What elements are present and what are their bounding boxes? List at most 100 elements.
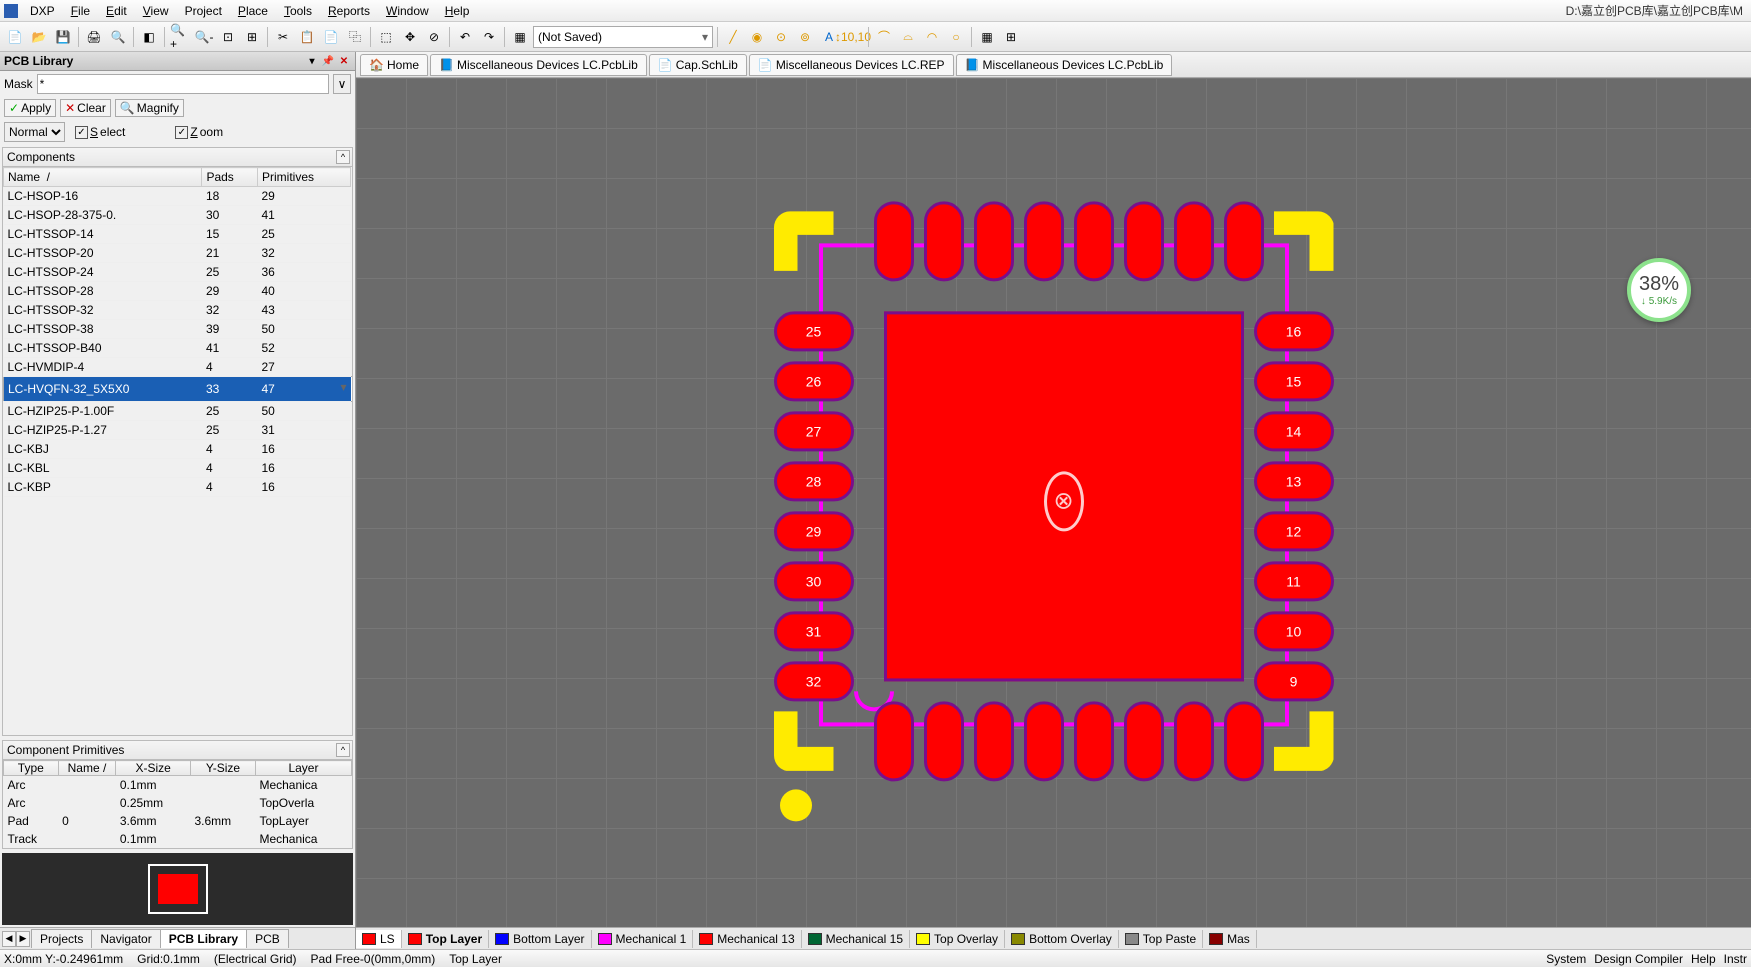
panel-close-icon[interactable]: ✕ [337, 54, 351, 68]
mask-input[interactable] [37, 74, 329, 94]
tab-projects[interactable]: Projects [31, 929, 92, 948]
pad-13[interactable]: 13 [1254, 461, 1334, 501]
pad-top-0[interactable] [874, 201, 914, 281]
move-icon[interactable]: ✥ [399, 26, 421, 48]
col-pads[interactable]: Pads [202, 168, 258, 187]
pad-bottom-0[interactable] [874, 701, 914, 781]
pcol-layer[interactable]: Layer [255, 761, 351, 776]
grid-icon[interactable]: ▦ [509, 26, 531, 48]
pad-top-3[interactable] [1024, 201, 1064, 281]
layer-tab[interactable]: Top Overlay [910, 930, 1005, 948]
via-icon[interactable]: ⊙ [770, 26, 792, 48]
track-icon[interactable]: ╱ [722, 26, 744, 48]
pad-31[interactable]: 31 [774, 611, 854, 651]
circle-icon[interactable]: ○ [945, 26, 967, 48]
pad-bottom-4[interactable] [1074, 701, 1114, 781]
primitive-row[interactable]: Track0.1mmMechanica [4, 830, 352, 848]
pad-15[interactable]: 15 [1254, 361, 1334, 401]
clear-button[interactable]: ✕Clear [60, 99, 111, 117]
component-row[interactable]: LC-HZIP25-P-1.00F2550 [4, 402, 352, 421]
pad-30[interactable]: 30 [774, 561, 854, 601]
duplicate-icon[interactable]: ⿻ [344, 26, 366, 48]
redo-icon[interactable]: ↷ [478, 26, 500, 48]
tab-pcb[interactable]: PCB [246, 929, 289, 948]
doctab-misc2[interactable]: 📘Miscellaneous Devices LC.PcbLib [956, 54, 1173, 76]
pad-bottom-6[interactable] [1174, 701, 1214, 781]
primitive-row[interactable]: Arc0.1mmMechanica [4, 776, 352, 795]
zoomin-icon[interactable]: 🔍+ [169, 26, 191, 48]
pad-28[interactable]: 28 [774, 461, 854, 501]
zoomsel-icon[interactable]: ⊞ [241, 26, 263, 48]
expand-icon[interactable]: ^ [336, 150, 350, 164]
menu-tools[interactable]: Tools [276, 2, 320, 20]
layer-tab[interactable]: Bottom Overlay [1005, 930, 1119, 948]
tab-first-icon[interactable]: ◀ [2, 931, 16, 947]
layer-tab[interactable]: Bottom Layer [489, 930, 591, 948]
pad-9[interactable]: 9 [1254, 661, 1334, 701]
apply-button[interactable]: ✓Apply [4, 99, 56, 117]
status-system[interactable]: System [1546, 952, 1586, 966]
save-icon[interactable]: 💾 [52, 26, 74, 48]
mask-dropdown-icon[interactable]: ∨ [333, 74, 351, 94]
pad-bottom-3[interactable] [1024, 701, 1064, 781]
pad-10[interactable]: 10 [1254, 611, 1334, 651]
menu-edit[interactable]: Edit [98, 2, 135, 20]
pad-32[interactable]: 32 [774, 661, 854, 701]
dim-icon[interactable]: ↕10,10 [842, 26, 864, 48]
status-instr[interactable]: Instr [1724, 952, 1747, 966]
col-name[interactable]: Name / [4, 168, 202, 187]
zoom-checkbox[interactable]: ✓Zoom [175, 125, 223, 139]
component-row[interactable]: LC-HTSSOP-282940 [4, 282, 352, 301]
panel-pin-icon[interactable]: 📌 [321, 54, 335, 68]
pad-bottom-5[interactable] [1124, 701, 1164, 781]
pcol-name[interactable]: Name / [58, 761, 116, 776]
select-icon[interactable]: ⬚ [375, 26, 397, 48]
pad-top-7[interactable] [1224, 201, 1264, 281]
arc3-icon[interactable]: ◠ [921, 26, 943, 48]
mode-select[interactable]: Normal [4, 122, 65, 142]
print-icon[interactable]: 🖨 [83, 26, 105, 48]
pad-top-2[interactable] [974, 201, 1014, 281]
new-icon[interactable]: 📄 [4, 26, 26, 48]
doctab-misc1[interactable]: 📘Miscellaneous Devices LC.PcbLib [430, 54, 647, 76]
pad-12[interactable]: 12 [1254, 511, 1334, 551]
pad-bottom-2[interactable] [974, 701, 1014, 781]
deselect-icon[interactable]: ⊘ [423, 26, 445, 48]
col-prims[interactable]: Primitives [258, 168, 351, 187]
layer-tab[interactable]: LS [356, 930, 402, 948]
pcol-type[interactable]: Type [4, 761, 59, 776]
component-row[interactable]: LC-HZIP25-P-1.272531 [4, 421, 352, 440]
pad-25[interactable]: 25 [774, 311, 854, 351]
arc2-icon[interactable]: ⌓ [897, 26, 919, 48]
pcol-xs[interactable]: X-Size [116, 761, 191, 776]
zoomfit-icon[interactable]: ⊡ [217, 26, 239, 48]
cut-icon[interactable]: ✂ [272, 26, 294, 48]
menu-place[interactable]: Place [230, 2, 276, 20]
component-row[interactable]: LC-KBJ416 [4, 440, 352, 459]
layer-tab[interactable]: Mechanical 15 [802, 930, 910, 948]
layers-icon[interactable]: ◧ [138, 26, 160, 48]
primitive-row[interactable]: Pad03.6mm3.6mmTopLayer [4, 812, 352, 830]
pcb-canvas[interactable]: ⊗ 2526272829303132161514131211109 38% ↓ … [356, 78, 1751, 927]
expand2-icon[interactable]: ^ [336, 743, 350, 757]
tab-navigator[interactable]: Navigator [91, 929, 160, 948]
tab-prev-icon[interactable]: ▶ [16, 931, 30, 947]
pad-top-4[interactable] [1074, 201, 1114, 281]
component-row[interactable]: LC-HTSSOP-383950 [4, 320, 352, 339]
pcol-ys[interactable]: Y-Size [190, 761, 255, 776]
menu-dxp[interactable]: DXP [22, 2, 63, 20]
layer-tab[interactable]: Mechanical 1 [592, 930, 694, 948]
doctab-rep[interactable]: 📄Miscellaneous Devices LC.REP [749, 54, 954, 76]
layer-tab[interactable]: Mas [1203, 930, 1257, 948]
component-row[interactable]: LC-HTSSOP-B404152 [4, 339, 352, 358]
component-row[interactable]: LC-HSOP-161829 [4, 187, 352, 206]
pad-14[interactable]: 14 [1254, 411, 1334, 451]
array-icon[interactable]: ⊞ [1000, 26, 1022, 48]
panel-dropdown-icon[interactable]: ▾ [305, 54, 319, 68]
pad-16[interactable]: 16 [1254, 311, 1334, 351]
pad-26[interactable]: 26 [774, 361, 854, 401]
component-row[interactable]: LC-HTSSOP-242536 [4, 263, 352, 282]
menu-help[interactable]: Help [437, 2, 478, 20]
pad-top-1[interactable] [924, 201, 964, 281]
pad-29[interactable]: 29 [774, 511, 854, 551]
